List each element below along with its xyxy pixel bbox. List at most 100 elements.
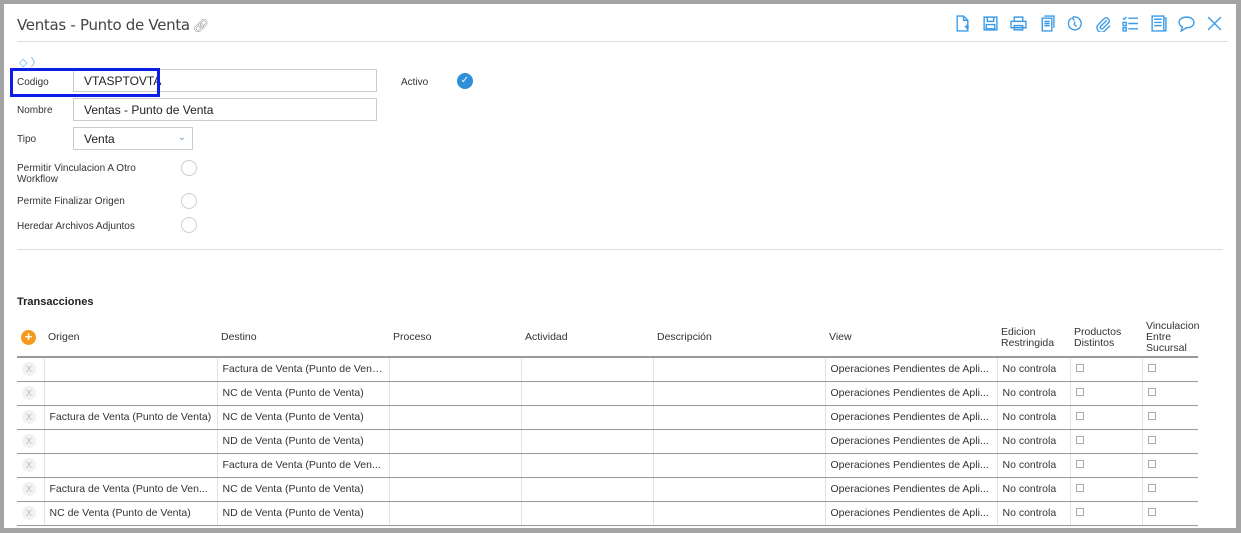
cell-destino[interactable]: ND de Venta (Punto de Venta) xyxy=(216,501,389,526)
col-view: View xyxy=(825,319,997,358)
cell-origen[interactable] xyxy=(43,429,217,454)
cell-actividad[interactable] xyxy=(520,453,653,478)
cell-actividad[interactable] xyxy=(520,405,653,430)
cell-origen[interactable] xyxy=(43,357,217,382)
cell-origen[interactable]: NC de Venta (Punto de Venta) xyxy=(43,501,217,526)
cell-proceso[interactable] xyxy=(388,429,521,454)
delete-row-button[interactable]: X xyxy=(17,453,44,478)
cell-actividad[interactable] xyxy=(520,429,653,454)
productos-distintos-checkbox[interactable] xyxy=(1075,364,1084,373)
permite-finalizar-toggle[interactable] xyxy=(181,193,197,209)
cell-descripcion[interactable] xyxy=(652,453,825,478)
cell-origen[interactable] xyxy=(43,453,217,478)
cell-edicion[interactable]: No controla xyxy=(996,477,1070,502)
cell-descripcion[interactable] xyxy=(652,429,825,454)
cell-proceso[interactable] xyxy=(388,501,521,526)
save-button[interactable] xyxy=(976,12,1004,34)
vinculacion-sucursal-checkbox[interactable] xyxy=(1147,484,1156,492)
table-row[interactable]: X NC de Venta (Punto de Venta) Operacion… xyxy=(17,381,1198,406)
cell-edicion[interactable]: No controla xyxy=(996,357,1070,382)
close-button[interactable] xyxy=(1200,12,1228,34)
productos-distintos-checkbox[interactable] xyxy=(1075,460,1084,468)
delete-row-button[interactable]: X xyxy=(17,429,44,454)
cell-destino[interactable]: NC de Venta (Punto de Venta) xyxy=(216,405,389,430)
permitir-vinculacion-toggle[interactable] xyxy=(181,160,197,176)
vinculacion-sucursal-checkbox[interactable] xyxy=(1147,436,1156,444)
tipo-select[interactable]: Venta ⌄ xyxy=(73,127,193,150)
vinculacion-sucursal-checkbox[interactable] xyxy=(1147,388,1156,396)
productos-distintos-checkbox[interactable] xyxy=(1075,484,1084,492)
cell-descripcion[interactable] xyxy=(652,357,825,382)
cell-descripcion[interactable] xyxy=(652,501,825,526)
delete-row-button[interactable]: X xyxy=(17,357,44,382)
cell-view[interactable]: Operaciones Pendientes de Apli... xyxy=(824,477,997,502)
cell-actividad[interactable] xyxy=(520,357,653,382)
heredar-archivos-toggle[interactable] xyxy=(181,217,197,233)
table-row[interactable]: X NC de Venta (Punto de Venta) ND de Ven… xyxy=(17,501,1198,526)
cell-actividad[interactable] xyxy=(520,477,653,502)
cell-edicion[interactable]: No controla xyxy=(996,429,1070,454)
cell-edicion[interactable]: No controla xyxy=(996,405,1070,430)
cell-edicion[interactable]: No controla xyxy=(996,501,1070,526)
productos-distintos-checkbox[interactable] xyxy=(1075,508,1084,516)
cell-proceso[interactable] xyxy=(388,477,521,502)
productos-distintos-checkbox[interactable] xyxy=(1075,412,1084,420)
cell-destino[interactable]: NC de Venta (Punto de Venta) xyxy=(216,381,389,406)
vinculacion-sucursal-checkbox[interactable] xyxy=(1147,412,1156,420)
cell-view[interactable]: Operaciones Pendientes de Apli... xyxy=(824,429,997,454)
delete-row-button[interactable]: X xyxy=(17,477,44,502)
table-row[interactable]: X Factura de Venta (Punto de Venta) NC d… xyxy=(17,405,1198,430)
cell-origen[interactable]: Factura de Venta (Punto de Venta) xyxy=(43,405,217,430)
cell-actividad[interactable] xyxy=(520,381,653,406)
cell-edicion[interactable]: No controla xyxy=(996,381,1070,406)
cell-proceso[interactable] xyxy=(388,357,521,382)
cell-origen[interactable]: Factura de Venta (Punto de Ven... xyxy=(43,477,217,502)
productos-distintos-checkbox[interactable] xyxy=(1075,388,1084,396)
col-proceso: Proceso xyxy=(389,319,521,358)
delete-row-button[interactable]: X xyxy=(17,501,44,526)
cell-edicion[interactable]: No controla xyxy=(996,453,1070,478)
cell-descripcion[interactable] xyxy=(652,405,825,430)
cell-origen[interactable] xyxy=(43,381,217,406)
add-row-button[interactable]: + xyxy=(17,319,44,358)
cell-destino[interactable]: ND de Venta (Punto de Venta) xyxy=(216,429,389,454)
workflow-window: Ventas - Punto de Venta 🔗︎ ◇ 〉 Codigo VTA… xyxy=(4,4,1236,528)
cell-descripcion[interactable] xyxy=(652,381,825,406)
history-button[interactable] xyxy=(1060,12,1088,34)
table-row[interactable]: X ND de Venta (Punto de Venta) Operacion… xyxy=(17,429,1198,454)
cell-destino[interactable]: NC de Venta (Punto de Venta) xyxy=(216,477,389,502)
breadcrumb[interactable]: ◇ 〉 xyxy=(19,54,42,70)
cell-destino[interactable]: Factura de Venta (Punto de Venta) xyxy=(216,357,389,382)
cell-proceso[interactable] xyxy=(388,381,521,406)
cell-proceso[interactable] xyxy=(388,453,521,478)
cell-view[interactable]: Operaciones Pendientes de Apli... xyxy=(824,357,997,382)
comment-button[interactable] xyxy=(1172,12,1200,34)
new-document-button[interactable] xyxy=(948,12,976,34)
print-button[interactable] xyxy=(1004,12,1032,34)
link-icon[interactable]: 🔗︎ xyxy=(193,19,210,34)
cell-proceso[interactable] xyxy=(388,405,521,430)
cell-descripcion[interactable] xyxy=(652,477,825,502)
cell-view[interactable]: Operaciones Pendientes de Apli... xyxy=(824,405,997,430)
codigo-input[interactable]: VTASPTOVTA xyxy=(73,69,377,92)
copy-button[interactable] xyxy=(1032,12,1060,34)
table-row[interactable]: X Factura de Venta (Punto de Ven... NC d… xyxy=(17,477,1198,502)
attach-button[interactable] xyxy=(1088,12,1116,34)
delete-row-button[interactable]: X xyxy=(17,405,44,430)
table-row[interactable]: X Factura de Venta (Punto de Venta) Oper… xyxy=(17,357,1198,382)
cell-destino[interactable]: Factura de Venta (Punto de Ven... xyxy=(216,453,389,478)
report-button[interactable] xyxy=(1144,12,1172,34)
cell-view[interactable]: Operaciones Pendientes de Apli... xyxy=(824,453,997,478)
cell-view[interactable]: Operaciones Pendientes de Apli... xyxy=(824,381,997,406)
activo-checkbox[interactable]: ✓ xyxy=(457,73,473,89)
vinculacion-sucursal-checkbox[interactable] xyxy=(1147,364,1156,373)
cell-view[interactable]: Operaciones Pendientes de Apli... xyxy=(824,501,997,526)
productos-distintos-checkbox[interactable] xyxy=(1075,436,1084,444)
nombre-input[interactable]: Ventas - Punto de Venta xyxy=(73,98,377,121)
vinculacion-sucursal-checkbox[interactable] xyxy=(1147,460,1156,468)
cell-actividad[interactable] xyxy=(520,501,653,526)
vinculacion-sucursal-checkbox[interactable] xyxy=(1147,508,1156,516)
table-row[interactable]: X Factura de Venta (Punto de Ven... Oper… xyxy=(17,453,1198,478)
delete-row-button[interactable]: X xyxy=(17,381,44,406)
checklist-button[interactable] xyxy=(1116,12,1144,34)
